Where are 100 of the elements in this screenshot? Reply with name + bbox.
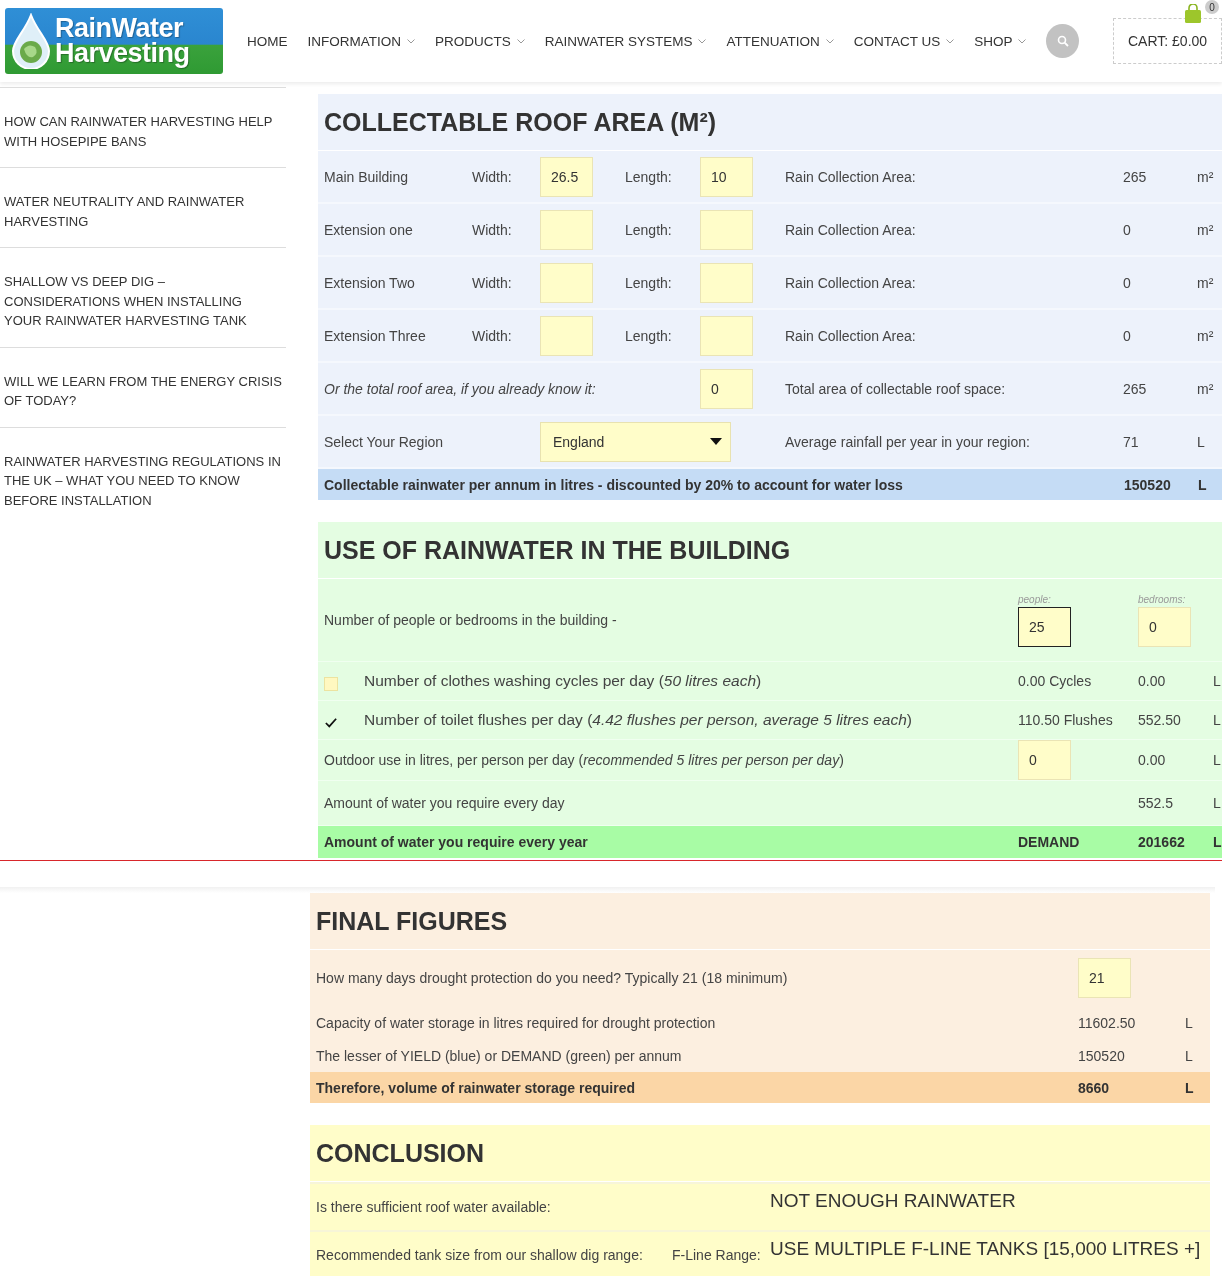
width-label: Width: [472, 168, 513, 185]
chevron-down-icon [1018, 38, 1027, 44]
area-label: Rain Collection Area: [785, 221, 917, 238]
usage-count: 0.00 Cycles [1018, 673, 1093, 689]
length-input[interactable] [700, 315, 753, 356]
sidebar-link[interactable]: HOW CAN RAINWATER HARVESTING HELP WITH HOSEPIPE BANS [0, 88, 286, 168]
usage-label: Number of clothes washing cycles per day (50 litres each) [364, 672, 762, 690]
dropdown-arrow-icon [710, 438, 722, 445]
demand-tag: DEMAND [1018, 834, 1138, 850]
nav-link[interactable]: CONTACT US [853, 33, 955, 49]
figure-value: 150520 [1078, 1047, 1126, 1064]
section-title: FINAL FIGURES [310, 893, 1210, 950]
length-label: Length: [625, 327, 673, 344]
chevron-down-icon [406, 38, 415, 44]
unit-label: L [1185, 1079, 1195, 1096]
total-area-input[interactable]: 0 [700, 368, 753, 409]
length-label: Length: [625, 274, 673, 291]
chevron-down-icon [698, 38, 707, 44]
nav-link[interactable]: SHOP [974, 33, 1027, 49]
nav-link[interactable]: INFORMATION [307, 33, 415, 49]
region-label: Select Your Region [324, 433, 445, 450]
width-label: Width: [472, 274, 513, 291]
figure-label: The lesser of YIELD (blue) or DEMAND (green) per annum [316, 1047, 683, 1064]
width-input[interactable] [540, 262, 593, 303]
answer-text: USE MULTIPLE F-LINE TANKS [15,000 LITRES +] [770, 1238, 1202, 1260]
count-input[interactable]: 25 [1018, 606, 1071, 647]
nav-link[interactable]: ATTENUATION [726, 33, 834, 49]
width-input[interactable] [540, 209, 593, 250]
field-caption: people: [1018, 593, 1052, 605]
area-value: 0 [1123, 274, 1132, 291]
length-input[interactable] [700, 262, 753, 303]
cart-count-badge: 0 [1205, 0, 1219, 14]
usage-label: Number of toilet flushes per day (4.42 flushes per person, average 5 litres each) [364, 711, 912, 729]
unit-label: m² [1197, 221, 1215, 238]
figure-label: Capacity of water storage in litres required for drought protection [316, 1014, 717, 1031]
unit-label: L [1198, 476, 1208, 493]
area-value: 0 [1123, 327, 1132, 344]
search-button[interactable] [1046, 24, 1080, 58]
water-drop-icon [11, 13, 51, 69]
unit-label: L [1185, 1047, 1194, 1064]
rainfall-label: Average rainfall per year in your region: [785, 433, 1031, 450]
building-label: Extension Two [324, 274, 416, 291]
outdoor-use-input[interactable]: 0 [1018, 740, 1071, 780]
logo-text: Harvesting [55, 41, 190, 66]
area-value: 265 [1123, 168, 1148, 185]
yield-label: Collectable rainwater per annum in litres - discounted by 20% to account for water loss [324, 476, 904, 493]
unit-label: m² [1197, 327, 1215, 344]
occupants-label: Number of people or bedrooms in the building - [324, 612, 618, 628]
demand-value: 201662 [1138, 834, 1186, 850]
length-label: Length: [625, 168, 673, 185]
nav-link[interactable]: RAINWATER SYSTEMS [544, 33, 707, 49]
total-area-result-label: Total area of collectable roof space: [785, 380, 1007, 397]
storage-label: Therefore, volume of rainwater storage required [316, 1079, 636, 1096]
unit-label: L [1213, 834, 1222, 850]
unit-label: L [1213, 673, 1222, 689]
region-select[interactable]: England [540, 421, 731, 462]
width-input[interactable]: 26.5 [540, 156, 593, 197]
width-input[interactable] [540, 315, 593, 356]
count-input[interactable]: 0 [1138, 606, 1191, 647]
length-input[interactable] [700, 209, 753, 250]
unit-label: L [1213, 795, 1222, 811]
unit-label: L [1213, 712, 1222, 728]
total-area-label: Or the total roof area, if you already know it: [324, 380, 597, 397]
unit-label: m² [1197, 274, 1215, 291]
sidebar-link[interactable]: RAINWATER HARVESTING REGULATIONS IN THE UK – WHAT YOU NEED TO KNOW BEFORE INSTALLATION [0, 427, 286, 526]
area-label: Rain Collection Area: [785, 168, 917, 185]
unit-label: m² [1197, 380, 1215, 397]
checkbox[interactable] [324, 716, 338, 730]
chevron-down-icon [516, 38, 525, 44]
logo[interactable]: RainWater Harvesting [5, 8, 223, 74]
checkbox[interactable] [324, 677, 338, 691]
drought-days-input[interactable]: 21 [1078, 958, 1131, 998]
sidebar-link[interactable]: SHALLOW VS DEEP DIG – CONSIDERATIONS WHEN INSTALLING YOUR RAINWATER HARVESTING TANK [0, 248, 286, 348]
length-input[interactable]: 10 [700, 156, 753, 197]
unit-label: L [1185, 1014, 1194, 1031]
litres-value: 0.00 [1138, 673, 1167, 689]
width-label: Width: [472, 327, 513, 344]
usage-label: Outdoor use in litres, per person per day (recommended 5 litres per person per day) [324, 752, 844, 768]
shopping-bag-icon [1184, 4, 1202, 24]
usage-label: Amount of water you require every day [324, 795, 565, 811]
demand-label: Amount of water you require every year [324, 834, 589, 850]
sidebar-link[interactable]: WILL WE LEARN FROM THE ENERGY CRISIS OF TODAY? [0, 347, 286, 428]
litres-value: 552.5 [1138, 795, 1175, 811]
length-label: Length: [625, 221, 673, 238]
nav-link[interactable]: HOME [246, 33, 288, 49]
unit-label: L [1213, 752, 1222, 768]
litres-value: 552.50 [1138, 712, 1182, 728]
unit-label: L [1197, 433, 1206, 450]
sidebar-link[interactable]: WATER NEUTRALITY AND RAINWATER HARVESTING [0, 168, 286, 248]
chevron-down-icon [946, 38, 955, 44]
total-area-value: 265 [1123, 380, 1148, 397]
unit-label: m² [1197, 168, 1215, 185]
rainfall-value: 71 [1123, 433, 1140, 450]
storage-value: 8660 [1078, 1079, 1111, 1096]
area-label: Rain Collection Area: [785, 327, 917, 344]
building-label: Extension Three [324, 327, 427, 344]
section-title: USE OF RAINWATER IN THE BUILDING [318, 522, 1222, 579]
nav-link[interactable]: PRODUCTS [434, 33, 525, 49]
question-label: Is there sufficient roof water available: [316, 1199, 552, 1215]
search-icon [1056, 35, 1069, 47]
